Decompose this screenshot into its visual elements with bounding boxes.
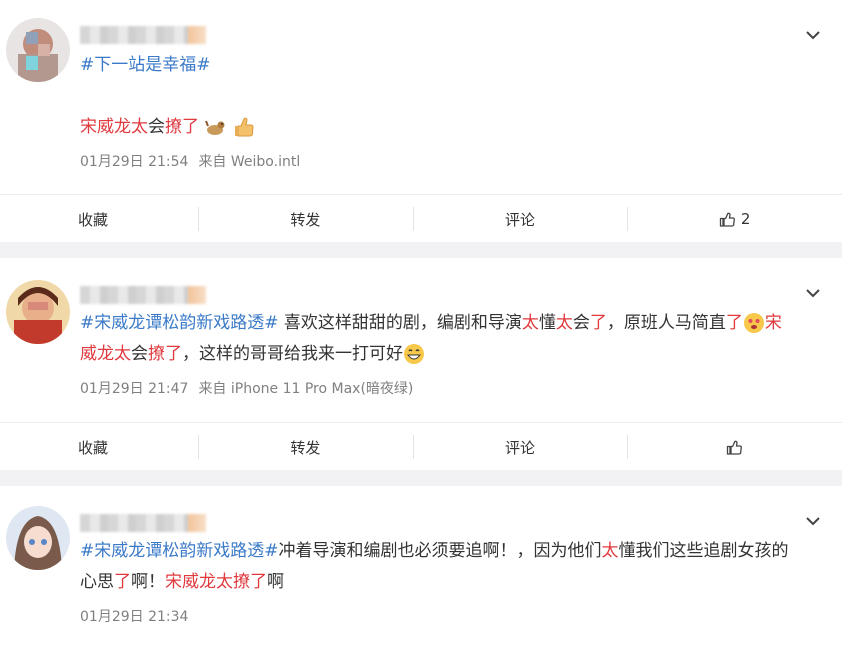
post-card-2: #宋威龙谭松韵新戏路透# 喜欢这样甜甜的剧，编剧和导演太懂太会了，原班人马简直了… [0, 258, 842, 470]
body-text: ，原班人马简直 [606, 313, 726, 333]
post-body: 宋威龙太会撩了 [80, 112, 802, 143]
body-text: 啊 [267, 572, 284, 592]
body-text: 懂 [538, 313, 556, 333]
highlight-text: 宋威龙太 [80, 117, 148, 137]
grinning-face-icon [404, 344, 424, 364]
topic-link[interactable]: #宋威龙谭松韵新戏路透# [80, 313, 279, 333]
chevron-down-icon[interactable] [804, 26, 822, 44]
repost-button[interactable]: 转发 [198, 195, 413, 243]
topic-link[interactable]: #下一站是幸福# [80, 55, 211, 75]
post-body: #宋威龙谭松韵新戏路透#冲着导演和编剧也必须要追啊！，因为他们太懂我们这些追剧女… [80, 536, 812, 598]
highlight-text: 撩了 [148, 344, 182, 364]
highlight-text: 威龙太 [80, 344, 131, 364]
post-card-3: #宋威龙谭松韵新戏路透#冲着导演和编剧也必须要追啊！，因为他们太懂我们这些追剧女… [0, 486, 842, 645]
avatar[interactable] [6, 280, 70, 344]
drooling-face-icon [743, 313, 764, 333]
avatar[interactable] [6, 506, 70, 570]
body-text: 冲着导演和编剧也必须要追啊！，因为他们 [278, 541, 602, 561]
dog-icon [205, 120, 225, 135]
like-icon [727, 440, 743, 455]
highlight-text: 太 [521, 313, 539, 333]
post-time[interactable]: 01月29日 21:47 [80, 381, 188, 397]
thumbs-up-icon [234, 117, 254, 137]
highlight-text: 宋威龙太撩了 [165, 572, 267, 592]
comment-button[interactable]: 评论 [412, 195, 628, 243]
collect-button[interactable]: 收藏 [0, 195, 198, 243]
post-meta: 01月29日 21:54 来自 Weibo.intl [80, 151, 300, 171]
body-text: ，这样的哥哥给我来一打可好 [182, 344, 403, 364]
post-source: 来自 iPhone 11 Pro Max(暗夜绿) [198, 381, 414, 397]
highlight-text: 了 [725, 313, 743, 333]
collect-button[interactable]: 收藏 [0, 423, 198, 471]
like-count: 2 [740, 210, 751, 228]
post-time[interactable]: 01月29日 21:54 [80, 154, 188, 170]
body-text: 懂我们这些追剧女孩的 [618, 541, 789, 561]
highlight-text: 太 [555, 313, 573, 333]
chevron-down-icon[interactable] [804, 284, 822, 302]
like-button[interactable]: 2 [627, 195, 842, 243]
highlight-text: 太 [601, 541, 619, 561]
highlight-text: 了 [114, 572, 131, 592]
post-time[interactable]: 01月29日 21:34 [80, 609, 188, 625]
username-blurred[interactable] [80, 514, 206, 532]
like-icon [719, 212, 735, 227]
username-blurred[interactable] [80, 26, 206, 44]
highlight-text: 撩了 [165, 117, 199, 137]
body-text: 心思 [80, 572, 114, 592]
action-bar: 收藏 转发 评论 [0, 422, 842, 471]
highlight-text: 宋 [764, 313, 782, 333]
action-bar: 收藏 转发 评论 2 [0, 194, 842, 243]
avatar[interactable] [6, 18, 70, 82]
post-topic[interactable]: #下一站是幸福# [80, 50, 802, 81]
post-meta: 01月29日 21:47 来自 iPhone 11 Pro Max(暗夜绿) [80, 378, 413, 398]
post-body: #宋威龙谭松韵新戏路透# 喜欢这样甜甜的剧，编剧和导演太懂太会了，原班人马简直了… [80, 308, 806, 370]
post-meta: 01月29日 21:34 [80, 606, 188, 626]
comment-button[interactable]: 评论 [412, 423, 628, 471]
post-card-1: #下一站是幸福# 宋威龙太会撩了 01月29日 21:54 来自 Weibo.in… [0, 0, 842, 242]
post-source: 来自 Weibo.intl [198, 154, 301, 170]
body-text: 喜欢这样甜甜的剧，编剧和导演 [278, 313, 522, 333]
like-button[interactable] [627, 423, 842, 471]
username-blurred[interactable] [80, 286, 206, 304]
highlight-text: 了 [589, 313, 607, 333]
topic-link[interactable]: #宋威龙谭松韵新戏路透# [80, 541, 279, 561]
body-text: 会 [572, 313, 590, 333]
body-text: 会 [148, 117, 165, 137]
body-text: 会 [131, 344, 148, 364]
chevron-down-icon[interactable] [804, 512, 822, 530]
repost-button[interactable]: 转发 [198, 423, 413, 471]
body-text: 啊！ [131, 572, 165, 592]
